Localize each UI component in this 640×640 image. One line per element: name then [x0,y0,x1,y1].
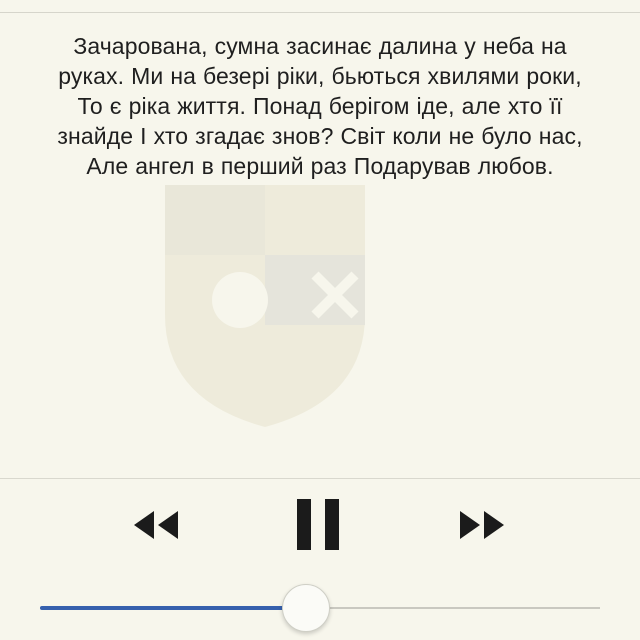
lyrics-text: Зачарована, сумна засинає далина у неба … [0,31,640,181]
top-divider [0,12,640,13]
rewind-icon [134,511,178,539]
pause-icon [297,499,339,550]
progress-elapsed [40,606,306,610]
progress-thumb[interactable] [282,584,330,632]
fast-forward-button[interactable] [456,505,512,545]
lyrics-line: То є ріка життя. Понад берігом іде, але … [77,93,563,119]
lyrics-line: знайде І хто згадає знов? Світ коли не б… [57,123,583,149]
lyrics-line: Зачарована, сумна засинає далина у неба … [73,33,567,59]
fast-forward-icon [460,511,504,539]
rewind-button[interactable] [130,505,186,545]
album-artwork-background [165,185,365,427]
lyrics-line: руках. Ми на безері ріки, бьються хвилям… [58,63,582,89]
lyrics-line: Але ангел в перший раз Подарував любов. [86,153,554,179]
pause-button[interactable] [292,496,346,554]
progress-slider[interactable] [40,584,600,634]
controls-divider [0,478,640,479]
